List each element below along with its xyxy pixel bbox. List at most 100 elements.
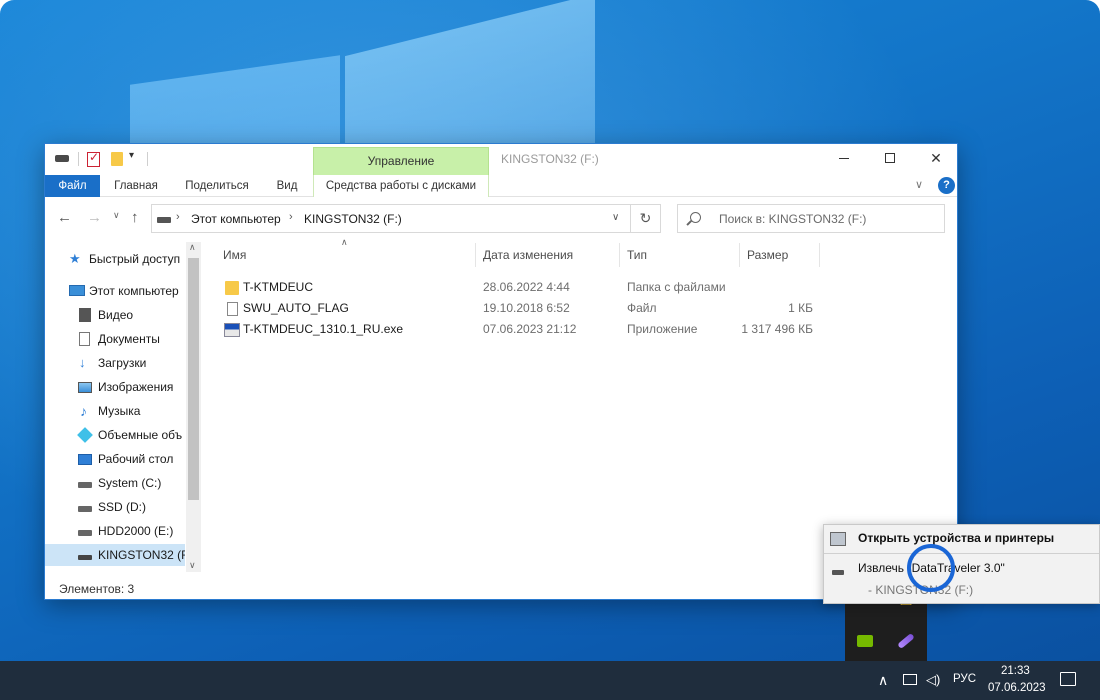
status-bar-item-count: Элементов: 3 — [59, 582, 135, 596]
column-header-name[interactable]: Имя — [223, 243, 246, 267]
table-row[interactable]: T-KTMDEUC 28.06.2022 4:44 Папка с файлам… — [213, 277, 823, 298]
file-date: 28.06.2022 4:44 — [483, 280, 570, 294]
breadcrumb-drive[interactable]: KINGSTON32 (F:) — [304, 212, 402, 226]
chevron-right-icon[interactable]: › — [289, 211, 293, 223]
sidebar-item-ssd-drive[interactable]: SSD (D:) — [45, 496, 185, 518]
breadcrumb-this-pc[interactable]: Этот компьютер — [191, 212, 281, 226]
clock-date[interactable]: 07.06.2023 — [988, 682, 1046, 694]
desktop-icon — [78, 454, 92, 465]
sidebar-item-kingston-drive[interactable]: KINGSTON32 (F:) — [45, 544, 185, 566]
file-icon — [227, 302, 238, 316]
sidebar-item-3d-objects[interactable]: Объемные объ — [45, 424, 185, 446]
click-highlight-circle — [907, 544, 955, 592]
pictures-icon — [78, 382, 92, 393]
column-header-type[interactable]: Тип — [627, 243, 647, 267]
divider — [147, 152, 148, 166]
sidebar-item-label: Видео — [98, 308, 134, 322]
context-tab-group-header: Управление — [313, 147, 489, 175]
drive-icon — [78, 530, 92, 536]
search-input[interactable]: Поиск в: KINGSTON32 (F:) — [677, 204, 945, 233]
column-divider[interactable] — [819, 243, 820, 267]
tab-drive-tools[interactable]: Средства работы с дисками — [313, 175, 489, 197]
system-drive-icon — [78, 482, 92, 488]
help-icon[interactable]: ? — [938, 177, 955, 194]
star-icon: ★ — [69, 251, 81, 266]
column-header-date[interactable]: Дата изменения — [483, 243, 573, 267]
file-type: Файл — [627, 301, 657, 315]
sidebar-item-label: Загрузки — [98, 356, 147, 370]
properties-icon[interactable] — [87, 150, 100, 167]
nvidia-icon[interactable] — [845, 621, 885, 661]
forward-arrow-icon[interactable]: → — [87, 209, 102, 226]
search-icon — [690, 212, 701, 223]
column-divider[interactable] — [475, 243, 476, 267]
column-header-size[interactable]: Размер — [747, 243, 788, 267]
column-divider[interactable] — [619, 243, 620, 267]
tab-home[interactable]: Главная — [105, 175, 167, 197]
sidebar-item-documents[interactable]: Документы — [45, 328, 185, 350]
minimize-button[interactable] — [821, 144, 867, 172]
sidebar-item-label: System (C:) — [98, 476, 162, 490]
table-row[interactable]: SWU_AUTO_FLAG 19.10.2018 6:52 Файл 1 КБ — [213, 298, 823, 319]
sidebar-item-label: Быстрый доступ — [89, 252, 181, 266]
title-bar: ▾ Управление KINGSTON32 (F:) ✕ — [45, 144, 957, 175]
column-divider[interactable] — [739, 243, 740, 267]
usb-drive-icon — [78, 555, 92, 560]
scrollbar-thumb[interactable] — [188, 258, 199, 500]
explorer-window: ▾ Управление KINGSTON32 (F:) ✕ Файл Глав… — [44, 143, 958, 600]
file-date: 19.10.2018 6:52 — [483, 301, 570, 315]
sidebar-item-this-pc[interactable]: Этот компьютер — [45, 280, 185, 302]
network-icon[interactable] — [903, 674, 917, 685]
chevron-down-icon[interactable]: ∨ — [612, 212, 619, 223]
sidebar-item-label: HDD2000 (E:) — [98, 524, 174, 538]
feather-icon[interactable] — [886, 621, 926, 661]
sidebar-scrollbar[interactable]: ∧ ∨ — [186, 242, 201, 572]
safely-remove-popup: Открыть устройства и принтеры Извлечь "D… — [823, 524, 1100, 604]
notifications-icon[interactable] — [1060, 672, 1076, 686]
drive-icon — [55, 155, 69, 162]
ribbon-tabs: Файл Главная Поделиться Вид Средства раб… — [45, 175, 957, 197]
tab-share[interactable]: Поделиться — [177, 175, 257, 197]
navigation-bar: ← → ∨ ↑ › Этот компьютер › KINGSTON32 (F… — [45, 197, 957, 237]
drive-icon — [78, 506, 92, 512]
clock-time[interactable]: 21:33 — [1001, 665, 1030, 677]
recent-locations-icon[interactable]: ∨ — [113, 210, 120, 221]
tab-view[interactable]: Вид — [267, 175, 307, 197]
sidebar-item-hdd-drive[interactable]: HDD2000 (E:) — [45, 520, 185, 542]
sidebar-item-label: Документы — [98, 332, 160, 346]
chevron-right-icon[interactable]: › — [176, 211, 180, 223]
language-indicator[interactable]: РУС — [953, 673, 976, 685]
tab-file[interactable]: Файл — [45, 175, 100, 197]
close-button[interactable]: ✕ — [913, 144, 959, 172]
file-name: T-KTMDEUC_1310.1_RU.exe — [243, 322, 404, 336]
file-name: SWU_AUTO_FLAG — [243, 301, 349, 315]
close-icon: ✕ — [930, 149, 942, 166]
refresh-button[interactable]: ↻ — [631, 204, 661, 233]
sidebar-item-video[interactable]: Видео — [45, 304, 185, 326]
address-bar[interactable]: › Этот компьютер › KINGSTON32 (F:) ∨ — [151, 204, 631, 233]
sidebar-item-pictures[interactable]: Изображения — [45, 376, 185, 398]
up-arrow-icon[interactable]: ↑ — [131, 209, 139, 226]
sidebar-item-downloads[interactable]: ↓ Загрузки — [45, 352, 185, 374]
chevron-up-icon[interactable]: ∧ — [189, 242, 196, 253]
sidebar-item-label: Этот компьютер — [89, 284, 179, 298]
music-icon: ♪ — [80, 403, 87, 419]
volume-icon[interactable]: ◁) — [926, 672, 940, 688]
sidebar-item-quick-access[interactable]: ★ Быстрый доступ — [45, 248, 185, 270]
sidebar-item-desktop[interactable]: Рабочий стол — [45, 448, 185, 470]
open-devices-printers-item[interactable]: Открыть устройства и принтеры — [858, 531, 1054, 545]
chevron-up-icon[interactable]: ∧ — [878, 672, 888, 689]
table-row[interactable]: T-KTMDEUC_1310.1_RU.exe 07.06.2023 21:12… — [213, 319, 823, 340]
ribbon-expand-icon[interactable]: ∨ — [915, 178, 923, 191]
feather-shape — [897, 632, 915, 650]
back-arrow-icon[interactable]: ← — [57, 209, 72, 226]
chevron-down-icon[interactable]: ∨ — [189, 560, 196, 571]
folder-icon — [225, 281, 239, 295]
maximize-button[interactable] — [867, 144, 913, 172]
exe-icon — [224, 323, 240, 337]
sidebar-item-label: Объемные объ — [98, 428, 183, 442]
new-folder-icon[interactable] — [111, 152, 123, 166]
quick-access-dropdown-icon[interactable]: ▾ — [129, 150, 139, 164]
sidebar-item-system-drive[interactable]: System (C:) — [45, 472, 185, 494]
sidebar-item-music[interactable]: ♪ Музыка — [45, 400, 185, 422]
